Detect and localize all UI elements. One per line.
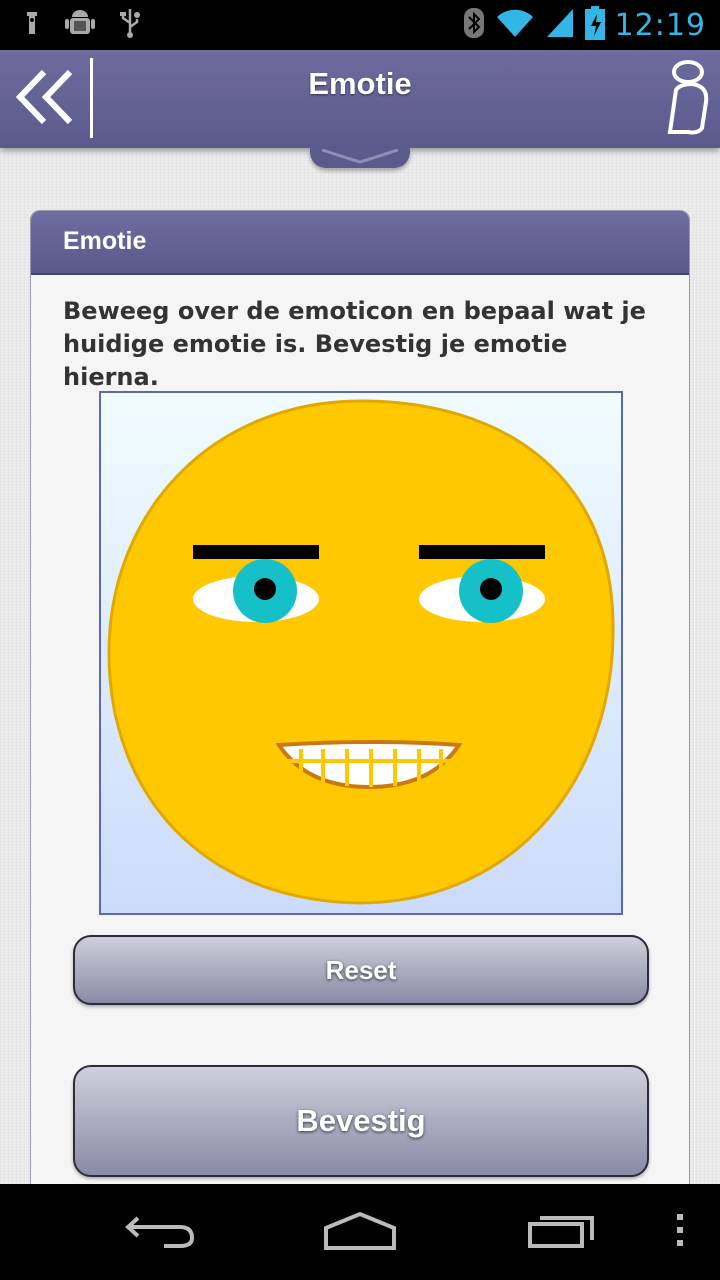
emoticon-canvas[interactable] (99, 391, 623, 915)
face-shape (107, 399, 615, 905)
usb-debug-icon (22, 8, 42, 42)
nav-recent-apps-button[interactable] (522, 1202, 602, 1262)
page-title: Emotie (308, 66, 412, 101)
instruction-text: Beweeg over de emoticon en bepaal wat je… (63, 297, 646, 391)
navigation-bar (0, 1184, 720, 1280)
signal-icon (545, 7, 575, 43)
status-bar: 12:19 (0, 0, 720, 50)
menu-icon (676, 1212, 684, 1252)
reset-button[interactable]: Reset (73, 935, 649, 1005)
pull-down-tab[interactable] (310, 148, 410, 168)
clock: 12:19 (614, 7, 706, 43)
battery-charging-icon (584, 6, 605, 44)
back-icon (124, 1210, 196, 1254)
action-bar: Emotie (0, 50, 720, 148)
person-icon (658, 60, 714, 140)
left-pupil (254, 578, 276, 600)
left-eyebrow (193, 545, 319, 559)
card-header: Emotie (31, 211, 689, 275)
bluetooth-icon (463, 7, 485, 43)
emotion-card: Emotie Beweeg over de emoticon en bepaal… (30, 210, 690, 1200)
nav-back-button[interactable] (120, 1202, 200, 1262)
right-pupil (480, 578, 502, 600)
usb-icon (118, 7, 142, 43)
wifi-icon (495, 7, 535, 43)
nav-home-button[interactable] (318, 1202, 402, 1262)
emoticon-face[interactable] (101, 393, 621, 913)
home-icon (322, 1210, 398, 1254)
recent-apps-icon (526, 1210, 598, 1254)
right-eyebrow (419, 545, 545, 559)
confirm-button[interactable]: Bevestig (73, 1065, 649, 1177)
nav-menu-button[interactable] (664, 1202, 696, 1262)
double-chevron-down-icon (318, 148, 402, 168)
profile-button[interactable] (658, 56, 714, 136)
android-debug-icon (64, 7, 96, 43)
